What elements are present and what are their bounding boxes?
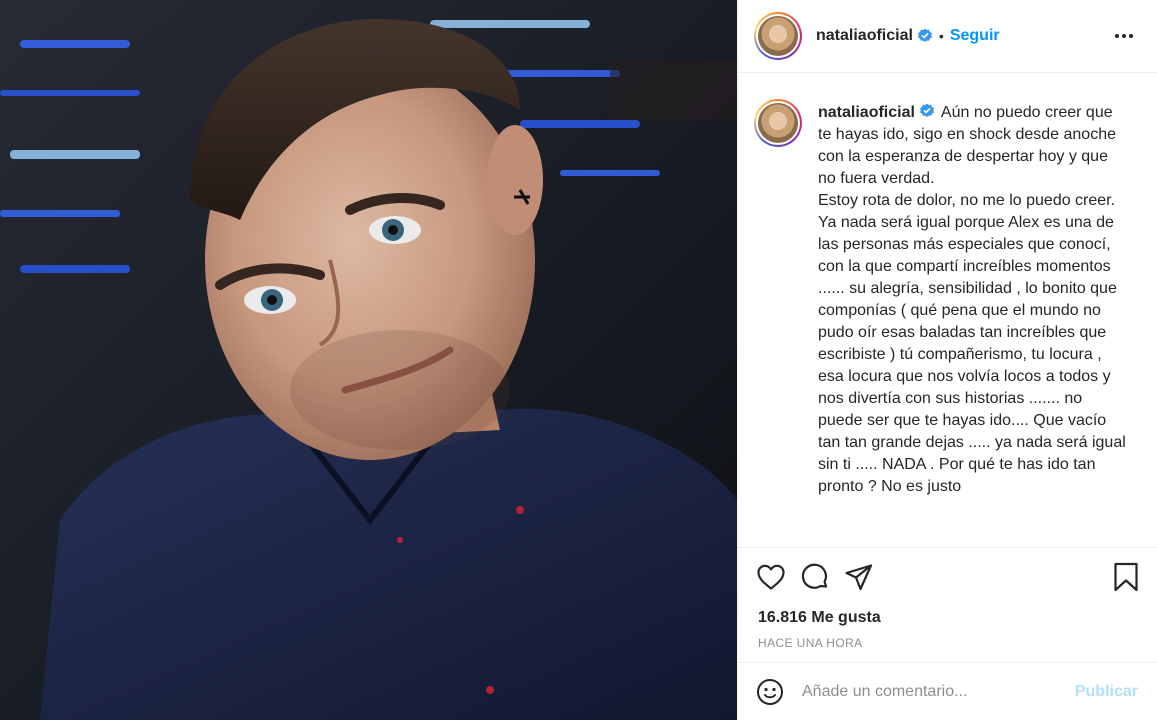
post-photo[interactable] — [0, 0, 737, 720]
verified-badge-icon — [917, 28, 933, 44]
caption-text: Aún no puedo creer que te hayas ido, sig… — [818, 104, 1126, 495]
post-timestamp[interactable]: HACE UNA HORA — [738, 634, 1157, 652]
follow-button[interactable]: Seguir — [950, 27, 1000, 45]
more-options-icon[interactable] — [1109, 28, 1139, 44]
avatar[interactable] — [754, 12, 802, 60]
likes-count[interactable]: 16.816 Me gusta — [738, 606, 1157, 630]
share-icon[interactable] — [844, 563, 874, 591]
separator-dot: • — [938, 28, 944, 44]
action-bar — [738, 548, 1157, 606]
post-side-panel: nataliaoficial • Seguir nataliaoficial Aú… — [737, 0, 1157, 720]
heart-icon[interactable] — [756, 563, 786, 591]
publish-button[interactable]: Publicar — [1075, 683, 1138, 701]
bookmark-icon[interactable] — [1113, 562, 1139, 592]
comment-input[interactable] — [802, 682, 1075, 701]
caption-section: nataliaoficial Aún no puedo creer que te … — [738, 73, 1157, 548]
emoji-icon[interactable] — [756, 678, 784, 706]
caption-avatar[interactable] — [754, 99, 802, 147]
comment-bar: Publicar — [738, 662, 1157, 720]
avatar-image — [758, 103, 798, 143]
verified-badge-icon — [919, 103, 935, 119]
caption-username[interactable]: nataliaoficial — [818, 104, 915, 121]
avatar-image — [758, 16, 798, 56]
caption: nataliaoficial Aún no puedo creer que te … — [818, 102, 1128, 547]
comment-icon[interactable] — [800, 562, 830, 592]
post-header: nataliaoficial • Seguir — [738, 0, 1157, 73]
username-link[interactable]: nataliaoficial — [816, 27, 913, 45]
portrait-image — [0, 0, 737, 720]
